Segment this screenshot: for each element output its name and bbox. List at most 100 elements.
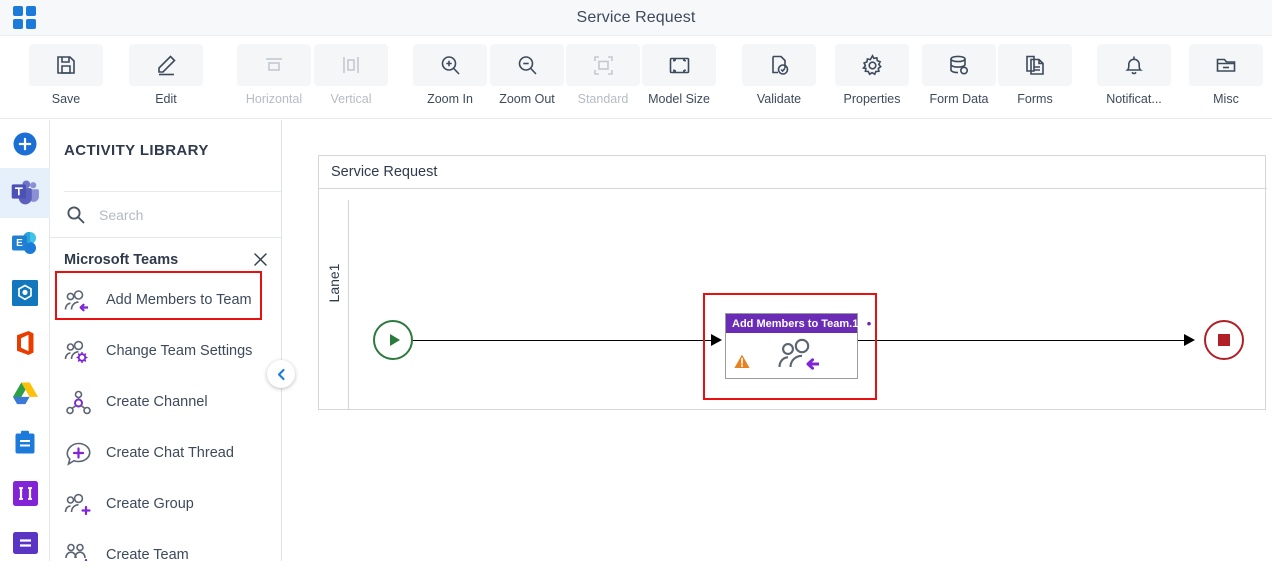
folder-icon (1189, 44, 1263, 86)
search-row (50, 192, 281, 237)
list-item-label: Create Chat Thread (106, 445, 234, 461)
end-event-node[interactable] (1204, 320, 1244, 360)
edit-button[interactable]: Edit (128, 44, 204, 112)
toolbar-label: Save (51, 92, 81, 106)
list-item-add-members-to-team[interactable]: Add Members to Team (50, 275, 281, 326)
properties-button[interactable]: Properties (834, 44, 910, 112)
form-data-button[interactable]: Form Data (921, 44, 997, 112)
rail-item-microsoft-exchange[interactable]: E (0, 218, 50, 268)
horizontal-button[interactable]: Horizontal (236, 44, 312, 112)
vertical-button[interactable]: Vertical (313, 44, 389, 112)
rail-item-google-drive[interactable] (0, 368, 50, 418)
toolbar-label: Standard (577, 92, 629, 106)
list-item-label: Create Group (106, 496, 194, 512)
arrow-head-icon (1184, 334, 1195, 346)
sequence-flow-task-to-end[interactable] (858, 339, 1184, 342)
task-header: Add Members to Team.1 (726, 314, 874, 333)
lane-header[interactable]: Lane1 (319, 200, 349, 410)
teams-icon (11, 180, 39, 206)
activity-list: Add Members to Team Change Team Settings (50, 275, 281, 561)
create-team-icon (64, 541, 94, 561)
main-toolbar: Save Edit Horizontal Vertical Zoom In Zo… (0, 36, 1272, 119)
standard-size-icon (566, 44, 640, 86)
add-members-icon (64, 286, 94, 316)
model-size-icon (642, 44, 716, 86)
list-item-create-chat-thread[interactable]: Create Chat Thread (50, 428, 281, 479)
close-icon[interactable] (250, 249, 270, 269)
app-rail: E (0, 120, 50, 561)
rail-item-add-button[interactable] (0, 120, 50, 168)
toolbar-label: Validate (756, 92, 802, 106)
zoom-in-icon (413, 44, 487, 86)
toolbar-label: Vertical (330, 92, 372, 106)
create-group-icon (64, 490, 94, 520)
columns-icon (12, 480, 38, 506)
divider (50, 237, 281, 238)
library-group-header: Microsoft Teams (50, 246, 281, 274)
pool[interactable]: Service Request Lane1 Add Members to Tea… (318, 155, 1267, 410)
save-icon (29, 44, 103, 86)
toolbar-label: Zoom Out (499, 92, 555, 106)
plus-circle-icon (12, 131, 38, 157)
activity-library-title: ACTIVITY LIBRARY (64, 142, 209, 159)
rail-item-microsoft-office[interactable] (0, 318, 50, 368)
rail-item-sharepoint[interactable] (0, 268, 50, 318)
pencil-icon (129, 44, 203, 86)
list-item-label: Change Team Settings (106, 343, 253, 359)
search-icon (66, 205, 85, 224)
validate-icon (742, 44, 816, 86)
zoom-out-button[interactable]: Zoom Out (489, 44, 565, 112)
gear-icon[interactable] (863, 318, 875, 330)
toolbar-label: Form Data (929, 92, 989, 106)
bell-icon (1097, 44, 1171, 86)
validate-button[interactable]: Validate (741, 44, 817, 112)
toolbar-label: Properties (843, 92, 901, 106)
toolbar-label: Model Size (648, 92, 710, 106)
forms-button[interactable]: Forms (997, 44, 1073, 112)
diagram-canvas[interactable]: Service Request Lane1 Add Members to Tea… (282, 120, 1272, 561)
misc-button[interactable]: Misc (1188, 44, 1264, 112)
team-settings-icon (64, 337, 94, 367)
lane-body[interactable]: Add Members to Team.1 (349, 200, 1267, 410)
activity-library-panel: ACTIVITY LIBRARY Microsoft Teams (50, 120, 282, 561)
exchange-icon: E (11, 230, 39, 256)
stop-square-icon (1218, 334, 1230, 346)
document-icon (998, 44, 1072, 86)
search-input[interactable] (97, 205, 247, 224)
pool-name: Service Request (331, 164, 438, 180)
toolbar-label: Horizontal (245, 92, 303, 106)
google-drive-icon (12, 381, 39, 405)
lane-name: Lane1 (326, 263, 342, 303)
task-title: Add Members to Team.1 (732, 317, 859, 330)
toolbar-label: Forms (1017, 92, 1053, 106)
channel-icon (64, 388, 94, 418)
sequence-flow-start-to-task[interactable] (413, 339, 711, 342)
lines-icon (12, 532, 38, 554)
standard-button[interactable]: Standard (565, 44, 641, 112)
svg-text:E: E (16, 238, 23, 249)
page-title: Service Request (576, 9, 696, 26)
rail-item-microsoft-teams[interactable] (0, 168, 50, 218)
clipboard-icon (14, 430, 36, 456)
toolbar-label: Zoom In (427, 92, 473, 106)
list-item-label: Add Members to Team (106, 292, 252, 308)
save-button[interactable]: Save (28, 44, 104, 112)
list-item-create-group[interactable]: Create Group (50, 479, 281, 530)
rail-item-integrations[interactable] (0, 468, 50, 518)
list-item-create-team[interactable]: Create Team (50, 530, 281, 561)
toolbar-label: Notificat... (1106, 92, 1162, 106)
play-triangle-icon (389, 334, 400, 346)
list-item-create-channel[interactable]: Create Channel (50, 377, 281, 428)
notifications-button[interactable]: Notificat... (1096, 44, 1172, 112)
vertical-align-icon (314, 44, 388, 86)
title-bar: Service Request (0, 0, 1272, 36)
zoom-out-icon (490, 44, 564, 86)
task-node-add-members-to-team[interactable]: Add Members to Team.1 (725, 313, 874, 379)
list-item-change-team-settings[interactable]: Change Team Settings (50, 326, 281, 377)
collapse-panel-button[interactable] (267, 360, 295, 388)
rail-item-tasks[interactable] (0, 418, 50, 468)
zoom-in-button[interactable]: Zoom In (412, 44, 488, 112)
model-size-button[interactable]: Model Size (641, 44, 717, 112)
start-event-node[interactable] (373, 320, 413, 360)
chevron-left-icon (275, 368, 288, 381)
